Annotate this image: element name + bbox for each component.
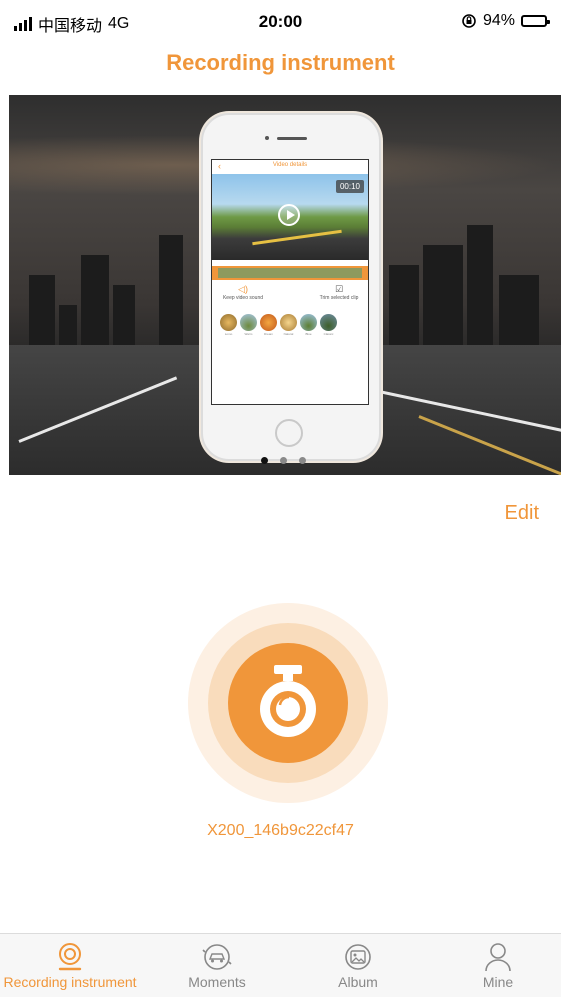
phone-speaker	[277, 137, 307, 140]
dashcam-icon	[260, 665, 316, 737]
photo-icon	[345, 944, 371, 970]
battery-icon	[521, 15, 550, 27]
tab-label: Mine	[482, 974, 514, 990]
tab-moments[interactable]: Moments	[147, 934, 287, 998]
carousel-page-indicator[interactable]	[261, 457, 306, 464]
filter-label: Natural	[283, 332, 294, 336]
dashcam-tab-icon	[58, 943, 82, 971]
screen-options: ◁) Keep video sound ☑ Trim selected clip	[212, 280, 368, 310]
screen-option-trim-label: Trim selected clip	[319, 295, 359, 301]
filter-label: Classic	[323, 332, 334, 336]
screen-filters	[212, 314, 368, 331]
tab-bar: Recording instrument Moments Album Mine	[0, 933, 561, 997]
person-icon	[485, 943, 511, 972]
screen-option-sound: ◁) Keep video sound	[218, 284, 268, 301]
screen-option-trim: ☑ Trim selected clip	[312, 284, 366, 301]
filter-thumb	[240, 314, 257, 331]
screen-road-mark	[252, 229, 342, 246]
phone-home-button	[275, 419, 303, 447]
phone-screen: ‹ Video details 00:10 ◁) Keep video soun…	[211, 159, 369, 405]
phone-camera	[265, 136, 269, 140]
edit-button[interactable]: Edit	[505, 502, 539, 525]
tab-label: Moments	[188, 974, 246, 990]
filter-thumb	[300, 314, 317, 331]
screen-title: Video details	[272, 162, 308, 168]
screen-filter-labels: Lomo Warm Dream Natural Blue Classic	[212, 332, 368, 336]
filter-label: Dream	[263, 332, 273, 336]
screen-timeline-strip	[212, 266, 368, 280]
filter-thumb	[220, 314, 237, 331]
status-right: 94%	[461, 12, 550, 30]
car-icon	[202, 944, 232, 970]
screen-option-sound-label: Keep video sound	[222, 295, 264, 301]
rotation-lock-icon	[462, 14, 476, 28]
carousel-dot[interactable]	[280, 457, 287, 464]
carousel-dot[interactable]	[261, 457, 268, 464]
tab-album[interactable]: Album	[288, 934, 428, 998]
screen-timestamp: 00:10	[335, 180, 364, 193]
filter-label: Warm	[244, 332, 253, 336]
carousel-dot[interactable]	[299, 457, 306, 464]
tab-label: Album	[338, 974, 378, 990]
page-title: Recording instrument	[166, 50, 395, 75]
tab-recording-instrument[interactable]: Recording instrument	[0, 934, 140, 998]
filter-label: Blue	[305, 332, 312, 336]
tab-mine[interactable]: Mine	[428, 934, 561, 998]
banner-carousel[interactable]: ‹ Video details 00:10 ◁) Keep video soun…	[9, 95, 561, 475]
phone-mockup: ‹ Video details 00:10 ◁) Keep video soun…	[201, 113, 381, 461]
battery-percent: 94%	[482, 12, 515, 29]
status-bar: 中国移动 4G 20:00 94%	[0, 0, 561, 42]
filter-thumb	[260, 314, 277, 331]
play-icon	[278, 204, 300, 226]
filter-label: Lomo	[224, 332, 233, 336]
tab-label: Recording instrument	[3, 974, 137, 990]
banner-building	[467, 225, 493, 365]
device-name[interactable]: X200_146b9c22cf47	[0, 822, 561, 840]
filter-thumb	[280, 314, 297, 331]
screen-video: 00:10	[212, 174, 368, 260]
screen-header: ‹ Video details	[212, 160, 368, 174]
sound-icon: ◁)	[238, 284, 248, 294]
filter-thumb	[320, 314, 337, 331]
checkbox-icon: ☑	[334, 284, 344, 294]
